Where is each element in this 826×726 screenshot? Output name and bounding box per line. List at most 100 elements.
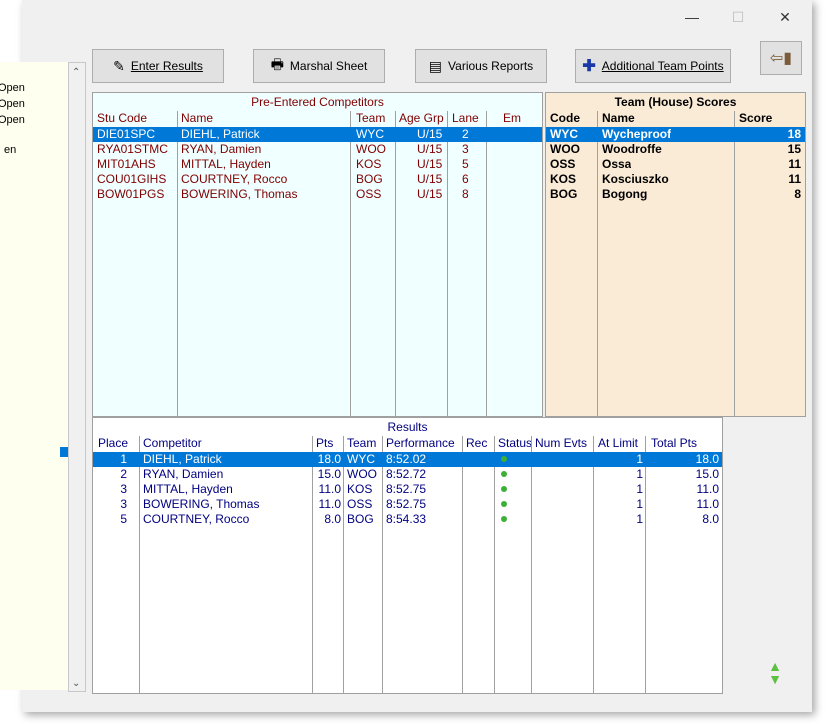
team-score: 8 [794, 187, 801, 201]
team: OSS [356, 187, 382, 201]
col-header[interactable]: Lane [452, 111, 479, 125]
num-evts: 1 [636, 512, 643, 526]
place: 3 [120, 482, 127, 496]
event-list-item[interactable]: en [4, 144, 16, 156]
team-name: Woodroffe [602, 142, 662, 156]
team: WYC [356, 127, 384, 141]
col-header[interactable]: Score [739, 111, 772, 125]
scroll-up-icon[interactable]: ⌃ [72, 67, 80, 78]
pts: 11.0 [318, 482, 341, 496]
col-header[interactable]: Name [602, 111, 635, 125]
team-score: 15 [787, 142, 801, 156]
team: KOS [356, 157, 382, 171]
status-dot-icon [501, 501, 507, 507]
col-header[interactable]: At Limit [598, 436, 638, 450]
lane: 2 [462, 127, 469, 141]
enter-results-label: Enter Results [130, 59, 203, 73]
minimize-button[interactable]: — [672, 6, 712, 28]
col-header[interactable]: Stu Code [97, 111, 147, 125]
stu-code: MIT01AHS [97, 157, 156, 171]
stu-code: RYA01STMC [97, 142, 168, 156]
stu-code: COU01GIHS [97, 172, 167, 186]
performance: 8:52.75 [386, 482, 427, 496]
age-grp: U/15 [417, 172, 443, 186]
maximize-button[interactable]: ☐ [718, 6, 758, 28]
competitor: DIEHL, Patrick [143, 452, 222, 466]
competitor: RYAN, Damien [143, 467, 224, 481]
total-pts: 11.0 [696, 497, 719, 511]
various-reports-label: Various Reports [448, 59, 534, 73]
various-reports-button[interactable]: ▤ Various Reports [415, 49, 547, 83]
team-score: 18 [787, 127, 801, 141]
plus-icon: ✚ [582, 58, 596, 75]
enter-results-button[interactable]: ✎ Enter Results [92, 49, 224, 83]
team-score: 11 [788, 172, 801, 186]
team-name: Ossa [602, 157, 632, 171]
team: WOO [356, 142, 386, 156]
col-header[interactable]: Team [356, 111, 385, 125]
total-pts: 11.0 [696, 482, 719, 496]
event-list[interactable]: Open Open Open en [0, 62, 69, 690]
team-code: OSS [550, 157, 576, 171]
col-header[interactable]: Pts [316, 436, 333, 450]
team: KOS [347, 482, 373, 496]
col-header[interactable]: Code [550, 111, 580, 125]
col-header[interactable]: Total Pts [651, 436, 697, 450]
place: 5 [120, 512, 127, 526]
scroll-down-icon[interactable]: ⌄ [72, 678, 80, 689]
stu-code: BOW01PGS [97, 187, 165, 201]
col-header[interactable]: Competitor [143, 436, 202, 450]
col-header[interactable]: Rec [466, 436, 487, 450]
additional-team-points-button[interactable]: ✚ Additional Team Points [575, 49, 731, 83]
team-score: 11 [788, 157, 801, 171]
col-header[interactable]: Em [503, 111, 521, 125]
team-code: WOO [550, 142, 580, 156]
lane: 8 [462, 187, 469, 201]
col-header[interactable]: Age Grp [399, 111, 444, 125]
team-name: Bogong [602, 187, 648, 201]
additional-team-points-label: Additional Team Points [601, 59, 724, 73]
pts: 8.0 [324, 512, 341, 526]
printer-icon: 🖶 [270, 56, 284, 72]
team-name: Wycheproof [602, 127, 672, 141]
event-list-selection-marker [60, 447, 68, 457]
status-dot-icon [501, 471, 507, 477]
report-printer-icon: ▤ [428, 57, 443, 74]
lane: 6 [462, 172, 469, 186]
pts: 15.0 [317, 467, 341, 481]
marshal-sheet-label: Marshal Sheet [289, 59, 368, 73]
col-header[interactable]: Performance [386, 436, 455, 450]
age-grp: U/15 [417, 142, 443, 156]
col-header[interactable]: Team [347, 436, 376, 450]
event-list-item[interactable]: Open [0, 98, 25, 110]
age-grp: U/15 [417, 127, 443, 141]
place: 3 [120, 497, 127, 511]
pts: 18.0 [317, 452, 341, 466]
event-list-item[interactable]: Open [0, 114, 25, 126]
marshal-sheet-button[interactable]: 🖶 Marshal Sheet [253, 49, 385, 83]
team-code: BOG [550, 187, 578, 201]
name: RYAN, Damien [181, 142, 262, 156]
name: MITTAL, Hayden [181, 157, 271, 171]
exit-button[interactable]: ⇦▮ [760, 41, 802, 75]
col-header[interactable]: Name [181, 111, 213, 125]
performance: 8:52.75 [386, 497, 427, 511]
results-panel: Results Place Competitor Pts Team Perfor… [92, 417, 723, 694]
status-dot-icon [501, 516, 507, 522]
lane: 3 [462, 142, 469, 156]
name: BOWERING, Thomas [181, 187, 298, 201]
place: 1 [120, 452, 127, 466]
close-button[interactable]: ✕ [765, 6, 805, 28]
col-header[interactable]: Place [98, 436, 128, 450]
event-list-item[interactable]: Open [0, 82, 25, 94]
pts: 11.0 [318, 497, 341, 511]
move-up-down-icon[interactable]: ▲ ▼ [765, 659, 785, 690]
total-pts: 18.0 [695, 452, 719, 466]
col-header[interactable]: Status [498, 436, 532, 450]
team: BOG [347, 512, 374, 526]
team-name: Kosciuszko [602, 172, 669, 186]
event-list-scrollbar[interactable]: ⌃ ⌄ [68, 62, 86, 692]
pre-entered-competitors-panel: Pre-Entered Competitors Stu Code Name Te… [92, 92, 543, 417]
col-header[interactable]: Num Evts [535, 436, 587, 450]
team: WYC [347, 452, 375, 466]
